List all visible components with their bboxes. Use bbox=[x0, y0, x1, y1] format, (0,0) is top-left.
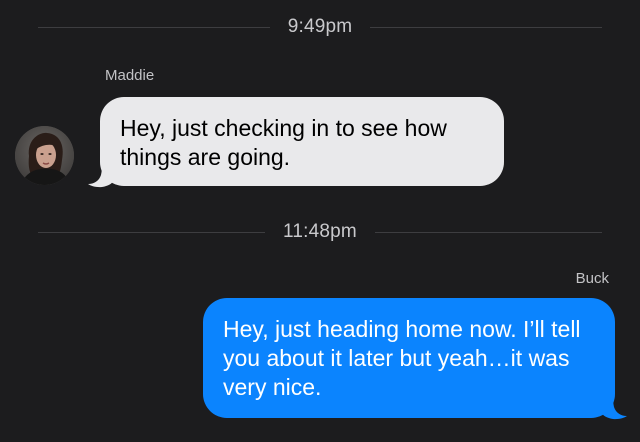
incoming-message-bubble[interactable]: Hey, just checking in to see how things … bbox=[100, 97, 504, 186]
outgoing-bubble-tail-icon bbox=[601, 394, 627, 420]
outgoing-message-bubble[interactable]: Hey, just heading home now. I’ll tell yo… bbox=[203, 298, 615, 418]
divider-line-right bbox=[370, 26, 603, 28]
timestamp-divider: 9:49pm bbox=[38, 16, 603, 38]
message-text: Hey, just heading home now. I’ll tell yo… bbox=[223, 316, 581, 400]
message-text: Hey, just checking in to see how things … bbox=[120, 115, 447, 170]
avatar-portrait-icon bbox=[15, 126, 74, 185]
divider-line-right bbox=[374, 231, 602, 233]
contact-avatar-icon[interactable] bbox=[15, 126, 74, 185]
timestamp: 9:49pm bbox=[287, 16, 353, 37]
timestamp-divider: 11:48pm bbox=[38, 221, 602, 243]
timestamp: 11:48pm bbox=[283, 221, 357, 242]
divider-line-left bbox=[38, 231, 266, 233]
sender-name: Buck bbox=[575, 270, 609, 287]
sender-name: Maddie bbox=[105, 67, 155, 84]
incoming-bubble-tail-icon bbox=[88, 162, 114, 188]
divider-line-left bbox=[38, 26, 270, 28]
